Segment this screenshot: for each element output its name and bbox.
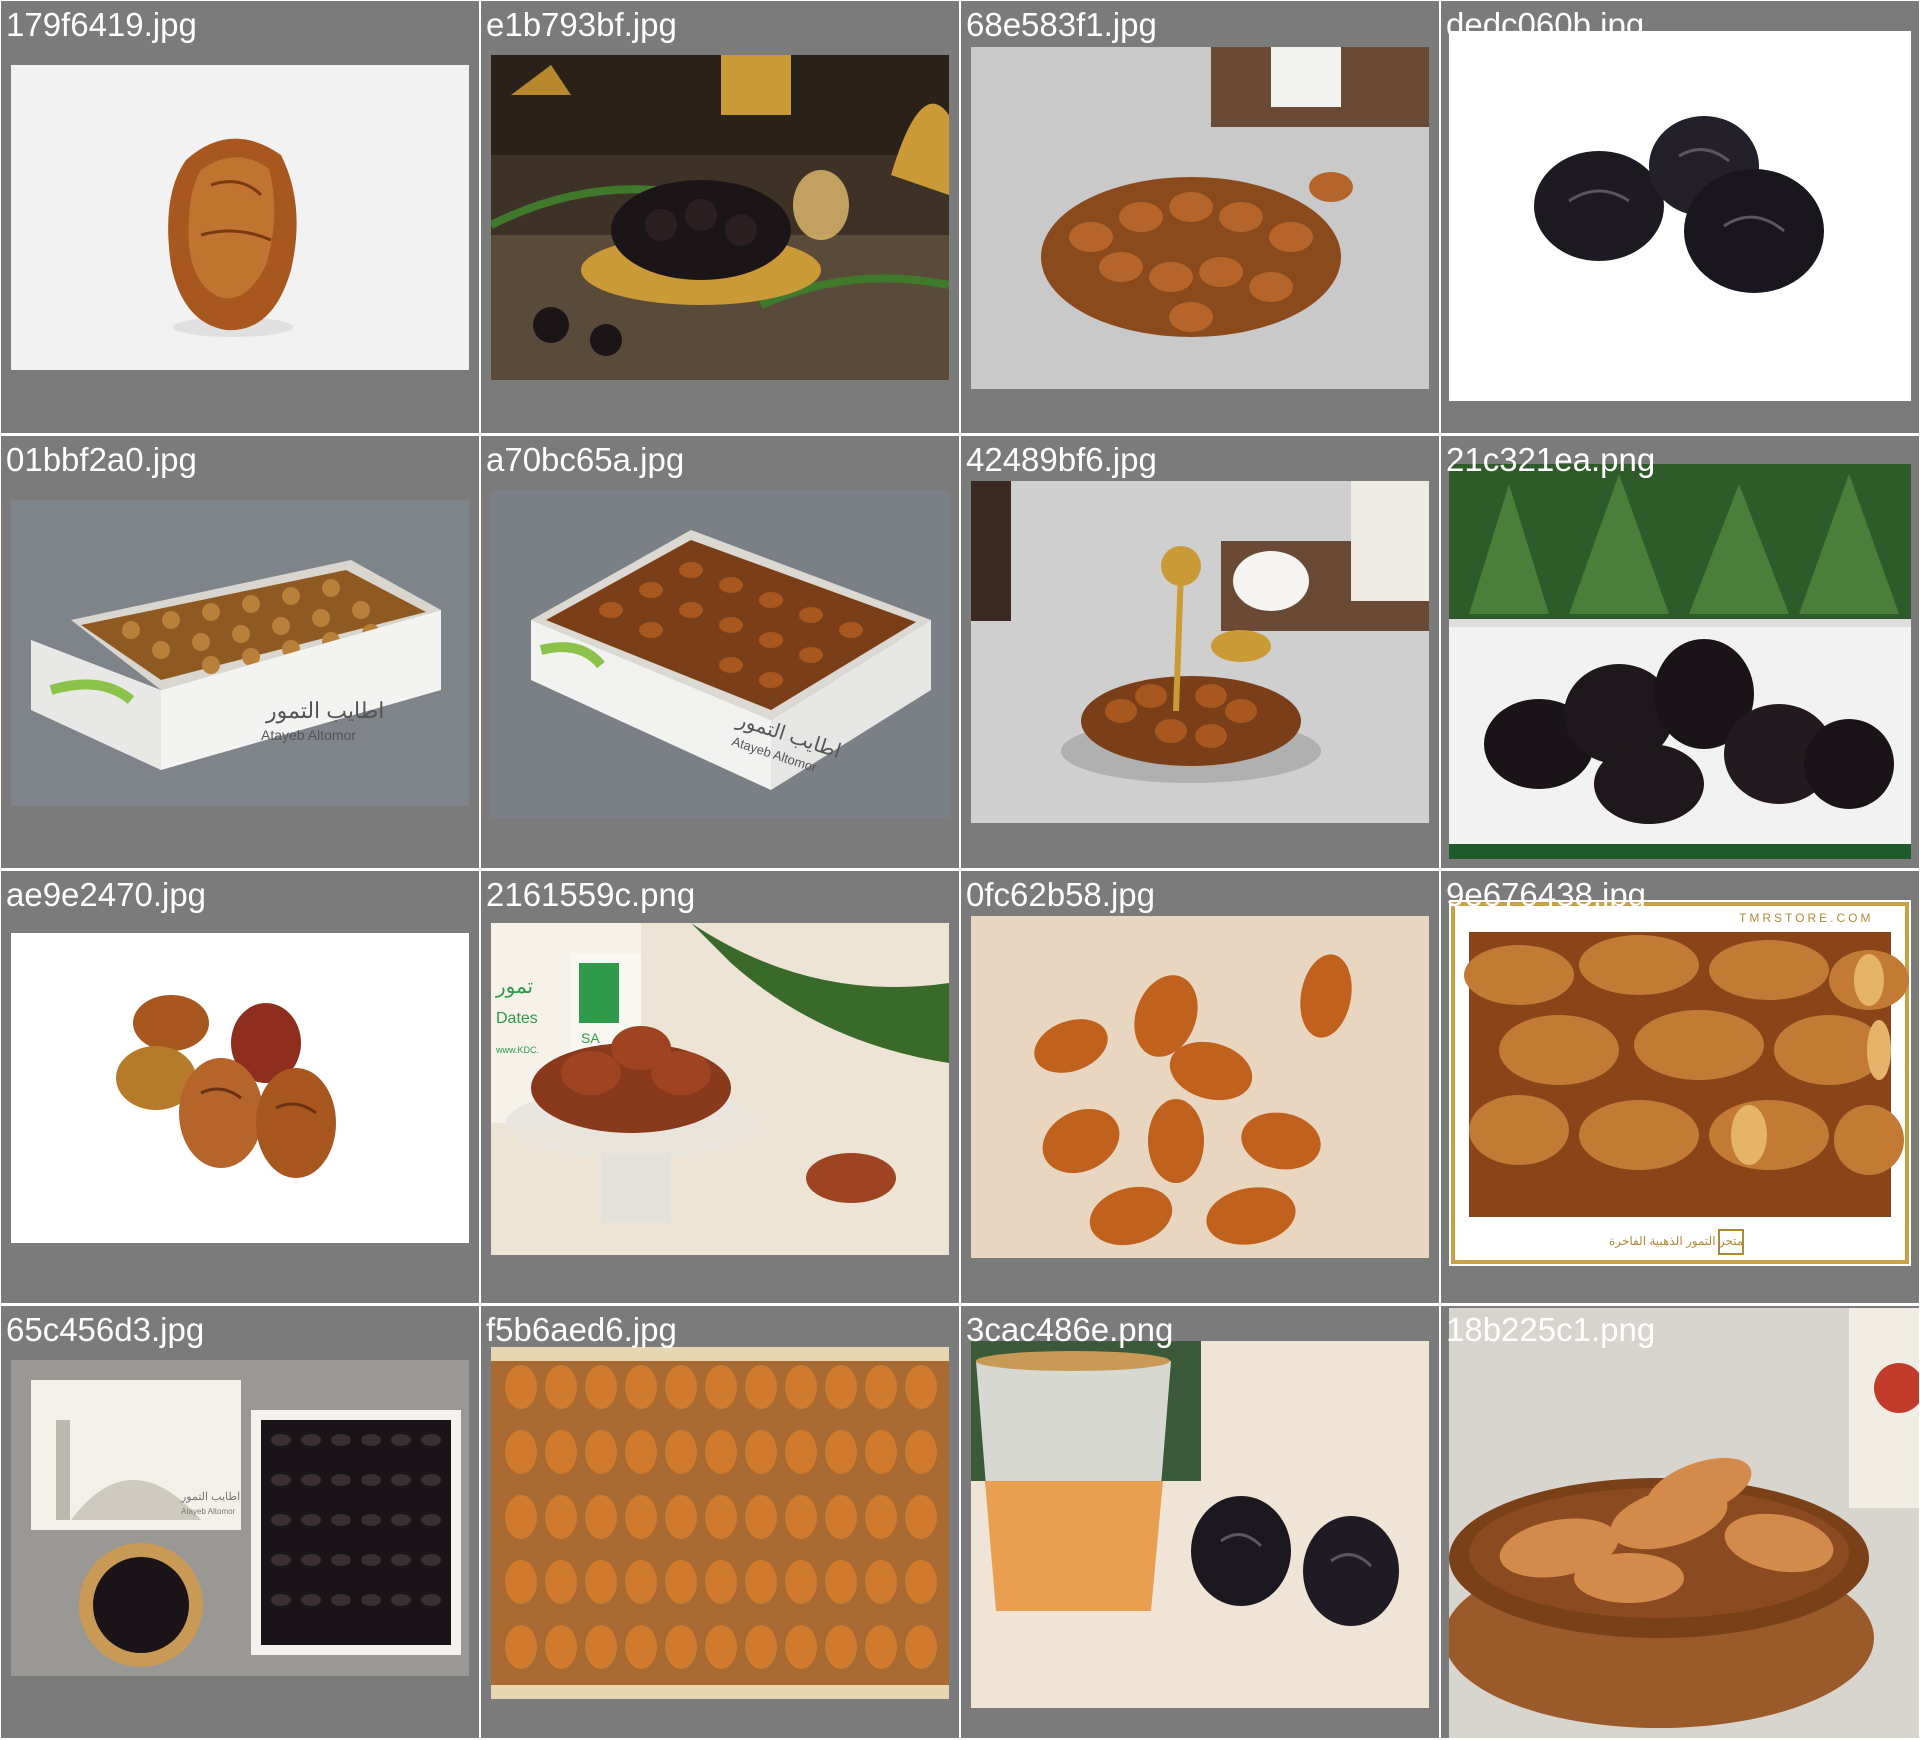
- date-cluster-icon[interactable]: [11, 933, 469, 1243]
- tmr-footer: متجر التمور الذهبية الفاخرة: [1609, 1234, 1743, 1248]
- tile-filename: dedc060b.jpg: [1446, 6, 1645, 43]
- image-grid: 179f6419.jpg e1b793bf.jpg 68e583f1.jpg d…: [0, 0, 1920, 1740]
- scattered-dates-icon[interactable]: [971, 916, 1429, 1258]
- dates-silver-tray-icon[interactable]: [971, 481, 1429, 823]
- grid-tile[interactable]: 179f6419.jpg: [1, 1, 479, 433]
- tile-filename: f5b6aed6.jpg: [486, 1311, 677, 1348]
- grid-tile[interactable]: 2161559c.png تمور Dates www.KDC. SA: [481, 871, 959, 1303]
- date-closeup-framed-icon[interactable]: TMRSTORE.COM متجر التمور الذهبية الفاخرة: [1449, 900, 1911, 1266]
- dates-glass-bowl-icon[interactable]: تمور Dates www.KDC. SA: [491, 923, 949, 1255]
- tile-filename: 21c321ea.png: [1446, 441, 1656, 478]
- tile-filename: 18b225c1.png: [1446, 1311, 1656, 1348]
- grid-tile[interactable]: 01bbf2a0.jpg اطايب التمور Atayeb Altomor: [1, 436, 479, 868]
- tile-filename: 68e583f1.jpg: [966, 6, 1157, 43]
- grid-tile[interactable]: 18b225c1.png: [1441, 1306, 1919, 1738]
- grid-tile[interactable]: ae9e2470.jpg: [1, 871, 479, 1303]
- grid-tile[interactable]: f5b6aed6.jpg: [481, 1306, 959, 1738]
- kdc-arabic: تمور: [495, 976, 533, 998]
- grid-tile[interactable]: dedc060b.jpg: [1441, 1, 1919, 433]
- tile-filename: 01bbf2a0.jpg: [6, 441, 197, 478]
- gift-box-dates-icon[interactable]: اطايب التمور Atayeb Altomor: [11, 1360, 469, 1676]
- tile-filename: 3cac486e.png: [966, 1311, 1174, 1348]
- grid-tile[interactable]: 9e676438.jpg TMRSTORE.COM متجر التمور ال…: [1441, 871, 1919, 1303]
- grid-tile[interactable]: 21c321ea.png: [1441, 436, 1919, 868]
- tmrstore-label: TMRSTORE.COM: [1739, 911, 1873, 925]
- tile-filename: ae9e2470.jpg: [6, 876, 207, 913]
- kdc-sa: SA: [581, 1030, 600, 1046]
- dark-dates-palm-banner-icon[interactable]: [1449, 464, 1911, 859]
- tile-filename: e1b793bf.jpg: [486, 6, 677, 43]
- box-brand-latin: Atayeb Altomor: [261, 727, 356, 743]
- grid-tile[interactable]: 0fc62b58.jpg: [961, 871, 1439, 1303]
- kdc-url: www.KDC.: [495, 1045, 539, 1055]
- single-date-icon[interactable]: [11, 65, 469, 370]
- tile-filename: 2161559c.png: [486, 876, 696, 913]
- grid-tile[interactable]: 68e583f1.jpg: [961, 1, 1439, 433]
- date-tray-rows-icon[interactable]: [491, 1347, 949, 1699]
- date-box-icon[interactable]: اطايب التمور Atayeb Altomor: [491, 490, 949, 818]
- tile-filename: a70bc65a.jpg: [486, 441, 685, 478]
- gift-brand-arabic: اطايب التمور: [180, 1491, 240, 1503]
- date-box-icon[interactable]: اطايب التمور Atayeb Altomor: [11, 500, 469, 806]
- tile-filename: 9e676438.jpg: [1446, 876, 1647, 913]
- grid-tile[interactable]: 3cac486e.png: [961, 1306, 1439, 1738]
- grid-tile[interactable]: a70bc65a.jpg اطايب التمور Atayeb Altomor: [481, 436, 959, 868]
- date-pile-icon[interactable]: [971, 47, 1429, 389]
- tile-filename: 42489bf6.jpg: [966, 441, 1157, 478]
- tile-filename: 0fc62b58.jpg: [966, 876, 1155, 913]
- tile-filename: 65c456d3.jpg: [6, 1311, 205, 1348]
- tile-filename: 179f6419.jpg: [6, 6, 197, 43]
- box-brand-arabic: اطايب التمور: [265, 698, 384, 724]
- grid-tile[interactable]: 65c456d3.jpg اطايب التمور Atayeb Altomor: [1, 1306, 479, 1738]
- grid-tile[interactable]: e1b793bf.jpg: [481, 1, 959, 433]
- dark-dates-gold-bowl-icon[interactable]: [491, 55, 949, 380]
- three-dark-dates-icon[interactable]: [1449, 31, 1911, 401]
- grid-tile[interactable]: 42489bf6.jpg: [961, 436, 1439, 868]
- gift-brand-latin: Atayeb Altomor: [181, 1507, 236, 1516]
- tea-cup-dates-icon[interactable]: [971, 1341, 1429, 1708]
- kdc-dates: Dates: [496, 1010, 538, 1027]
- dates-wooden-bowl-icon[interactable]: [1449, 1308, 1919, 1738]
